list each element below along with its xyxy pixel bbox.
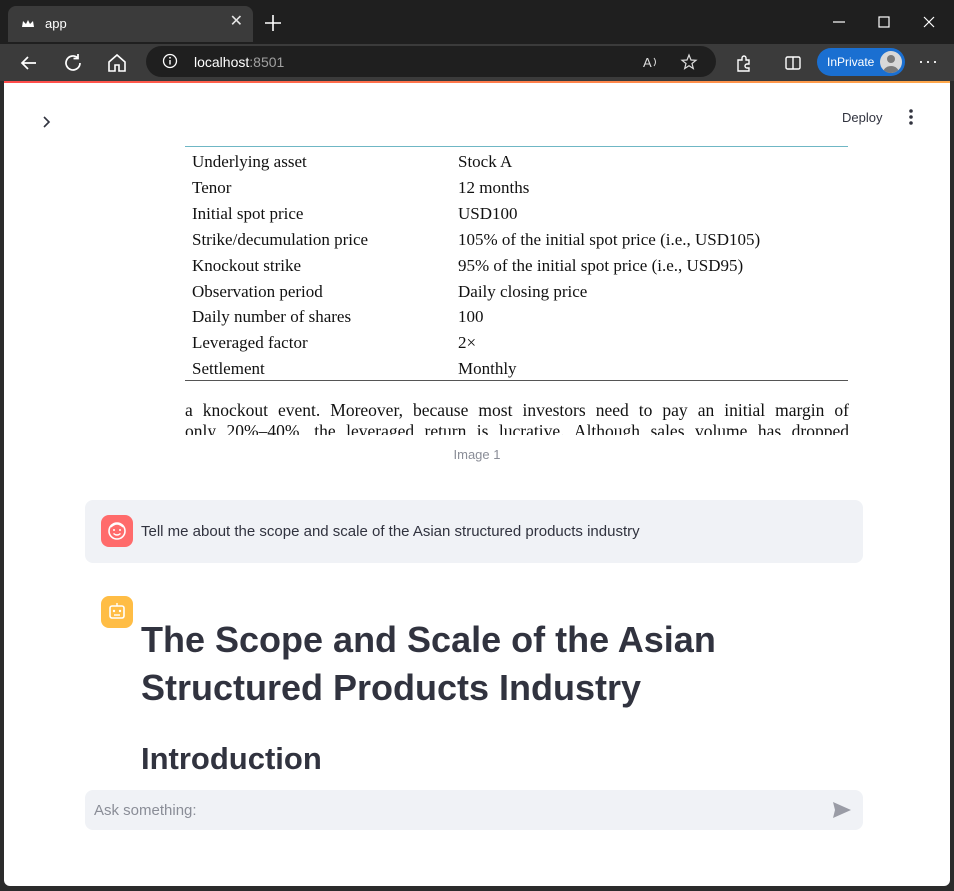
term-label: Underlying asset — [192, 152, 307, 171]
maximize-icon[interactable] — [875, 13, 893, 31]
embedded-document-image: Underlying asset Stock A Tenor 12 months Ini… — [185, 130, 849, 435]
smiley-face-icon — [108, 522, 126, 540]
terms-table: Underlying asset Stock A Tenor 12 months Ini… — [185, 149, 848, 382]
table-row: Knockout strike 95% of the initial spot p… — [185, 253, 848, 279]
document-paragraph-line: only 20%–40%, the leveraged return is lu… — [185, 421, 849, 435]
term-value: Daily closing price — [458, 281, 588, 301]
streamlit-crown-icon — [22, 20, 34, 27]
term-value: 100 — [458, 307, 484, 327]
extensions-icon[interactable] — [734, 53, 754, 73]
send-icon[interactable] — [831, 800, 853, 820]
assistant-avatar — [101, 596, 133, 628]
term-label: Tenor — [192, 177, 232, 197]
term-value: Monthly — [458, 359, 517, 379]
term-label: Settlement — [192, 359, 265, 379]
minimize-icon[interactable] — [830, 13, 848, 31]
term-value: Stock A — [458, 152, 513, 171]
back-arrow-icon[interactable] — [17, 51, 41, 75]
split-screen-icon[interactable] — [783, 53, 803, 73]
term-label: Leveraged factor — [192, 333, 308, 353]
table-row: Settlement Monthly — [185, 356, 848, 382]
term-value: 105% of the initial spot price (i.e., US… — [458, 229, 761, 249]
main-menu-icon[interactable] — [904, 107, 918, 127]
term-label: Knockout strike — [192, 255, 302, 275]
refresh-icon[interactable] — [61, 51, 85, 75]
term-label: Observation period — [192, 281, 323, 301]
chat-input-container — [85, 790, 863, 830]
deploy-button[interactable]: Deploy — [842, 110, 882, 125]
table-row: Strike/decumulation price 105% of the ini… — [185, 227, 848, 253]
term-value: 12 months — [458, 177, 530, 197]
table-row: Initial spot price USD100 — [185, 201, 848, 227]
inprivate-button[interactable]: InPrivate — [817, 48, 905, 76]
table-top-rule — [185, 146, 848, 147]
term-label: Daily number of shares — [192, 307, 352, 327]
document-paragraph-line: a knockout event. Moreover, because most… — [185, 400, 849, 420]
close-window-icon[interactable] — [920, 13, 938, 31]
table-row: Leveraged factor 2× — [185, 330, 848, 356]
table-row: Observation period Daily closing price — [185, 279, 848, 305]
read-aloud-icon[interactable]: A — [642, 53, 660, 71]
term-value: 95% of the initial spot price (i.e., USD… — [458, 255, 744, 275]
profile-avatar-icon — [880, 51, 902, 73]
chat-input[interactable] — [85, 790, 815, 830]
chevron-right-icon[interactable] — [38, 113, 56, 131]
new-tab-icon[interactable] — [262, 12, 284, 34]
assistant-heading: The Scope and Scale of the Asian Structu… — [141, 619, 716, 708]
table-row: Tenor 12 months — [185, 175, 848, 201]
favorite-star-icon[interactable] — [680, 53, 698, 71]
tab-title: app — [45, 16, 67, 31]
term-value: 2× — [458, 333, 477, 353]
robot-icon — [109, 603, 125, 619]
table-row: Underlying asset Stock A — [185, 149, 848, 175]
user-message-text: Tell me about the scope and scale of the… — [141, 523, 640, 540]
tab-close-icon[interactable]: ✕ — [230, 14, 243, 30]
user-chat-message: Tell me about the scope and scale of the… — [85, 500, 863, 563]
browser-menu-icon[interactable]: ··· — [918, 51, 939, 72]
svg-text:A: A — [643, 55, 652, 70]
browser-tab[interactable]: app ✕ — [8, 6, 253, 42]
table-bottom-rule — [185, 380, 848, 381]
term-label: Strike/decumulation price — [192, 229, 369, 249]
table-row: Daily number of shares 100 — [185, 304, 848, 330]
browser-titlebar: app ✕ — [0, 0, 954, 44]
term-value: USD100 — [458, 203, 518, 223]
address-url[interactable]: localhost:8501 — [194, 54, 284, 70]
site-info-icon[interactable] — [162, 53, 178, 69]
address-host: localhost — [194, 54, 250, 70]
streamlit-app: Deploy Underlying asset Stock A Tenor 12 mo… — [4, 83, 950, 886]
assistant-subheading: Introduction — [141, 741, 322, 776]
browser-toolbar: localhost:8501 A InPrivate ··· — [0, 44, 954, 81]
image-caption: Image 1 — [453, 447, 501, 462]
user-avatar — [101, 515, 133, 547]
inprivate-label: InPrivate — [827, 55, 875, 69]
address-port: :8501 — [249, 54, 285, 70]
term-label: Initial spot price — [192, 203, 304, 223]
address-bar[interactable]: localhost:8501 A — [146, 46, 716, 77]
home-icon[interactable] — [105, 51, 129, 75]
